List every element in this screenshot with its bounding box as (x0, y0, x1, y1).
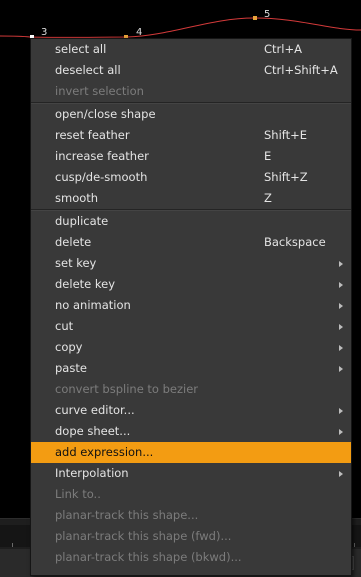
timeline-tick (12, 543, 13, 547)
menu-item-delete-key[interactable]: delete key (31, 274, 351, 295)
menu-item-link-to: Link to.. (31, 484, 351, 505)
menu-item-shortcut: Shift+Z (264, 170, 308, 184)
menu-item-dope-sheet[interactable]: dope sheet... (31, 421, 351, 442)
submenu-arrow-icon (339, 303, 343, 309)
menu-item-label: delete (55, 235, 92, 249)
menu-item-cusp-de-smooth[interactable]: cusp/de-smooth Shift+Z (31, 167, 351, 188)
submenu-arrow-icon (339, 345, 343, 351)
menu-item-label: open/close shape (55, 107, 156, 121)
menu-item-duplicate[interactable]: duplicate (31, 211, 351, 232)
menu-item-label: invert selection (55, 84, 144, 98)
menu-item-label: copy (55, 340, 83, 354)
menu-item-smooth[interactable]: smooth Z (31, 188, 351, 209)
menu-item-planar-track-this-shape-fwd: planar-track this shape (fwd)... (31, 526, 351, 547)
menu-item-label: planar-track this shape (fwd)... (55, 529, 232, 543)
menu-item-shortcut: Z (264, 191, 272, 205)
menu-item-label: set key (55, 256, 97, 270)
point-label-4: 4 (136, 27, 143, 38)
menu-item-shortcut: Ctrl+A (264, 42, 302, 56)
menu-item-shortcut: Ctrl+Shift+A (264, 63, 338, 77)
menu-item-label: select all (55, 42, 107, 56)
menu-item-label: delete key (55, 277, 116, 291)
menu-item-shortcut: Backspace (264, 235, 326, 249)
menu-item-shortcut: Shift+E (264, 128, 308, 142)
shape-point-5[interactable] (253, 16, 257, 20)
menu-item-label: Link to.. (55, 487, 101, 501)
menu-item-copy[interactable]: copy (31, 337, 351, 358)
menu-item-label: deselect all (55, 63, 121, 77)
menu-item-label: add expression... (55, 445, 154, 459)
menu-item-select-all[interactable]: select all Ctrl+A (31, 39, 351, 60)
menu-item-set-key[interactable]: set key (31, 253, 351, 274)
submenu-arrow-icon (339, 261, 343, 267)
menu-item-label: smooth (55, 191, 99, 205)
menu-item-label: convert bspline to bezier (55, 382, 199, 396)
menu-item-delete[interactable]: delete Backspace (31, 232, 351, 253)
submenu-arrow-icon (339, 408, 343, 414)
menu-item-label: curve editor... (55, 403, 135, 417)
menu-item-label: duplicate (55, 214, 109, 228)
menu-item-planar-track-this-shape: planar-track this shape... (31, 505, 351, 526)
menu-item-planar-track-this-shape-bkwd: planar-track this shape (bkwd)... (31, 547, 351, 568)
menu-item-label: planar-track this shape (bkwd)... (55, 550, 242, 564)
submenu-arrow-icon (339, 471, 343, 477)
menu-item-reset-feather[interactable]: reset feather Shift+E (31, 125, 351, 146)
context-menu: select all Ctrl+A deselect all Ctrl+Shift+A… (30, 38, 352, 576)
timeline-tick (354, 543, 355, 547)
menu-item-convert-bspline-to-bezier: convert bspline to bezier (31, 379, 351, 400)
menu-item-add-expression[interactable]: add expression... (31, 442, 351, 463)
menu-item-label: reset feather (55, 128, 130, 142)
menu-item-label: dope sheet... (55, 424, 131, 438)
menu-item-label: increase feather (55, 149, 149, 163)
menu-item-interpolation[interactable]: Interpolation (31, 463, 351, 484)
submenu-arrow-icon (339, 366, 343, 372)
menu-item-deselect-all[interactable]: deselect all Ctrl+Shift+A (31, 60, 351, 81)
menu-item-label: paste (55, 361, 87, 375)
menu-item-label: planar-track this shape... (55, 508, 199, 522)
menu-item-label: Interpolation (55, 466, 129, 480)
menu-item-open-close-shape[interactable]: open/close shape (31, 104, 351, 125)
menu-item-shortcut: E (264, 149, 272, 163)
point-label-3: 3 (41, 27, 48, 38)
point-label-5: 5 (264, 9, 271, 20)
menu-item-invert-selection: invert selection (31, 81, 351, 102)
menu-item-curve-editor[interactable]: curve editor... (31, 400, 351, 421)
menu-item-label: cusp/de-smooth (55, 170, 148, 184)
submenu-arrow-icon (339, 282, 343, 288)
menu-item-label: cut (55, 319, 74, 333)
menu-item-cut[interactable]: cut (31, 316, 351, 337)
context-menu-items: select all Ctrl+A deselect all Ctrl+Shift+A… (31, 39, 351, 568)
shape-curve[interactable] (0, 17, 361, 38)
menu-item-label: no animation (55, 298, 131, 312)
submenu-arrow-icon (339, 429, 343, 435)
menu-item-increase-feather[interactable]: increase feather E (31, 146, 351, 167)
menu-item-paste[interactable]: paste (31, 358, 351, 379)
menu-item-no-animation[interactable]: no animation (31, 295, 351, 316)
submenu-arrow-icon (339, 324, 343, 330)
